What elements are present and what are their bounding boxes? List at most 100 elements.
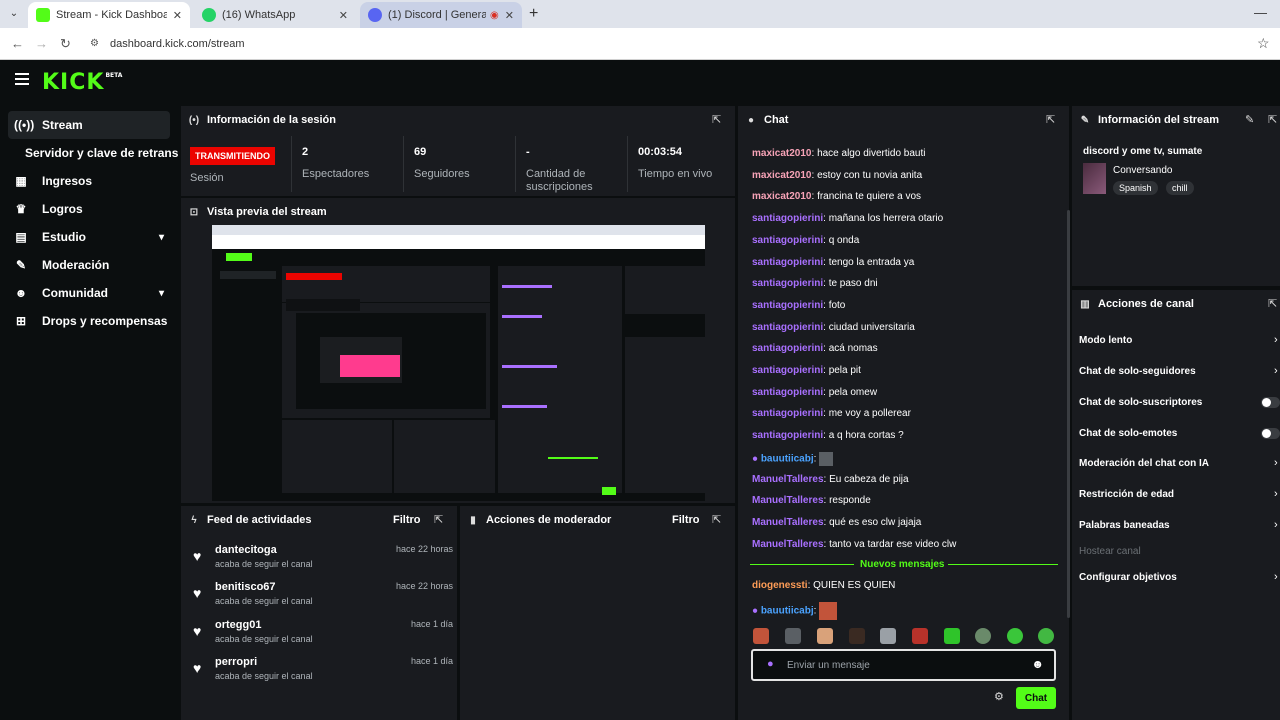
- chat-username[interactable]: maxicat2010: [752, 191, 812, 202]
- emote-icon[interactable]: [912, 628, 928, 644]
- new-messages-divider[interactable]: Nuevos mensajes: [750, 559, 1058, 571]
- emotes-only-toggle[interactable]: [1261, 428, 1280, 439]
- sidebar-item-logros[interactable]: ♛ Logros: [8, 195, 170, 223]
- chat-username[interactable]: ManuelTalleres: [752, 495, 824, 506]
- chat-username[interactable]: santiagopierini: [752, 430, 823, 441]
- bookmark-star-icon[interactable]: ☆: [1257, 35, 1270, 52]
- back-icon[interactable]: ←: [11, 36, 24, 51]
- chevron-right-icon[interactable]: ›: [1274, 457, 1278, 469]
- chat-username[interactable]: bauutiicabj: [761, 454, 814, 465]
- close-tab-icon[interactable]: ✕: [173, 9, 182, 22]
- emote-icon[interactable]: [753, 628, 769, 644]
- popout-icon[interactable]: ⇱: [1268, 113, 1277, 126]
- chat-username[interactable]: bauutiicabj: [761, 606, 814, 617]
- chevron-right-icon[interactable]: ›: [1274, 365, 1278, 377]
- popout-icon[interactable]: ⇱: [434, 513, 443, 526]
- stat-live-time: 00:03:54: [638, 146, 683, 158]
- browser-tab-kick[interactable]: Stream - Kick Dashboard ✕: [28, 2, 190, 28]
- browser-tab-whatsapp[interactable]: (16) WhatsApp ✕: [194, 2, 356, 28]
- chat-username[interactable]: diogenessti: [752, 580, 808, 591]
- chat-username[interactable]: santiagopierini: [752, 365, 823, 376]
- emote-icon[interactable]: [785, 628, 801, 644]
- emote-icon[interactable]: [880, 628, 896, 644]
- sidebar-item-estudio[interactable]: ▤ Estudio ▾: [8, 223, 170, 251]
- tab-search-icon[interactable]: ⌄: [6, 6, 22, 22]
- chevron-right-icon[interactable]: ›: [1274, 571, 1278, 583]
- forward-icon[interactable]: →: [35, 36, 48, 51]
- channel-action-goals[interactable]: Configurar objetivos: [1079, 572, 1177, 583]
- chart-icon: ▦: [15, 174, 27, 188]
- close-tab-icon[interactable]: ✕: [339, 9, 348, 22]
- close-tab-icon[interactable]: ✕: [505, 9, 514, 22]
- browser-tab-discord[interactable]: (1) Discord | General | COM ◉ ✕: [360, 2, 522, 28]
- emote-icon[interactable]: [849, 628, 865, 644]
- minimize-icon[interactable]: —: [1254, 5, 1267, 20]
- chat-input[interactable]: [787, 657, 1027, 673]
- chat-username[interactable]: santiagopierini: [752, 213, 823, 224]
- stat-label-session: Sesión: [190, 172, 224, 184]
- channel-action-slow-mode[interactable]: Modo lento: [1079, 335, 1132, 346]
- tag-spanish[interactable]: Spanish: [1113, 181, 1158, 195]
- trophy-icon: ♛: [15, 202, 27, 216]
- stat-viewers: 2: [302, 146, 309, 158]
- sidebar-item-moderacion[interactable]: ✎ Moderación: [8, 251, 170, 279]
- emoji-picker-icon[interactable]: ☻: [1031, 657, 1044, 671]
- reload-icon[interactable]: ↻: [60, 36, 71, 52]
- channel-action-age-restriction[interactable]: Restricción de edad: [1079, 489, 1174, 500]
- new-tab-icon[interactable]: +: [529, 5, 538, 23]
- chat-username[interactable]: santiagopierini: [752, 257, 823, 268]
- stream-category[interactable]: Conversando: [1113, 165, 1172, 176]
- emote-icon[interactable]: [944, 628, 960, 644]
- stream-preview-video[interactable]: [212, 225, 705, 501]
- emote-icon[interactable]: [1038, 628, 1054, 644]
- sidebar-item-drops[interactable]: ⊞ Drops y recompensas: [8, 307, 170, 335]
- channel-action-banned-words[interactable]: Palabras baneadas: [1079, 520, 1170, 531]
- chat-username[interactable]: ManuelTalleres: [752, 474, 824, 485]
- chat-text: tengo la entrada ya: [828, 257, 915, 268]
- chevron-right-icon[interactable]: ›: [1274, 519, 1278, 531]
- popout-icon[interactable]: ⇱: [712, 513, 721, 526]
- chat-scrollbar[interactable]: [1067, 210, 1070, 618]
- chat-username[interactable]: santiagopierini: [752, 300, 823, 311]
- sidebar-item-ingresos[interactable]: ▦ Ingresos: [8, 167, 170, 195]
- badge-icon: ●: [767, 658, 774, 670]
- channel-action-ai-moderation[interactable]: Moderación del chat con IA: [1079, 458, 1209, 469]
- chat-username[interactable]: maxicat2010: [752, 170, 812, 181]
- feed-filter-button[interactable]: Filtro: [393, 514, 421, 526]
- wrench-icon: ✎: [15, 258, 27, 272]
- tag-chill[interactable]: chill: [1166, 181, 1194, 195]
- heart-icon: ♥: [193, 548, 202, 564]
- chevron-right-icon[interactable]: ›: [1274, 488, 1278, 500]
- channel-action-followers-only[interactable]: Chat de solo-seguidores: [1079, 366, 1196, 377]
- chat-username[interactable]: santiagopierini: [752, 278, 823, 289]
- url-field[interactable]: dashboard.kick.com/stream: [110, 38, 245, 50]
- chat-settings-gear-icon[interactable]: ⚙: [994, 690, 1004, 703]
- subscribers-only-toggle[interactable]: [1261, 397, 1280, 408]
- sidebar-item-server-key[interactable]: Servidor y clave de retransmisión: [25, 146, 178, 160]
- chat-username[interactable]: santiagopierini: [752, 322, 823, 333]
- popout-icon[interactable]: ⇱: [712, 113, 721, 126]
- mod-filter-button[interactable]: Filtro: [672, 514, 700, 526]
- sidebar-item-comunidad[interactable]: ☻ Comunidad ▾: [8, 279, 170, 307]
- chat-username[interactable]: ManuelTalleres: [752, 539, 824, 550]
- emote-icon[interactable]: [975, 628, 991, 644]
- edit-pencil-icon[interactable]: ✎: [1245, 113, 1254, 126]
- chat-username[interactable]: santiagopierini: [752, 343, 823, 354]
- chevron-right-icon[interactable]: ›: [1274, 334, 1278, 346]
- chat-username[interactable]: ManuelTalleres: [752, 517, 824, 528]
- menu-icon[interactable]: [15, 73, 29, 85]
- sidebar-item-stream[interactable]: ((•)) Stream: [8, 111, 170, 139]
- site-info-icon[interactable]: ⚙: [90, 38, 99, 49]
- kick-logo[interactable]: KICKBETA: [42, 70, 122, 95]
- popout-icon[interactable]: ⇱: [1046, 113, 1055, 126]
- emote-icon[interactable]: [817, 628, 833, 644]
- chat-username[interactable]: santiagopierini: [752, 235, 823, 246]
- browser-tab-bar: ⌄ Stream - Kick Dashboard ✕ (16) WhatsAp…: [0, 0, 1280, 28]
- category-thumbnail[interactable]: [1083, 163, 1106, 194]
- popout-icon[interactable]: ⇱: [1268, 297, 1277, 310]
- chat-username[interactable]: santiagopierini: [752, 408, 823, 419]
- chat-username[interactable]: santiagopierini: [752, 387, 823, 398]
- emote-icon[interactable]: [1007, 628, 1023, 644]
- send-chat-button[interactable]: Chat: [1016, 687, 1056, 709]
- chat-username[interactable]: maxicat2010: [752, 148, 812, 159]
